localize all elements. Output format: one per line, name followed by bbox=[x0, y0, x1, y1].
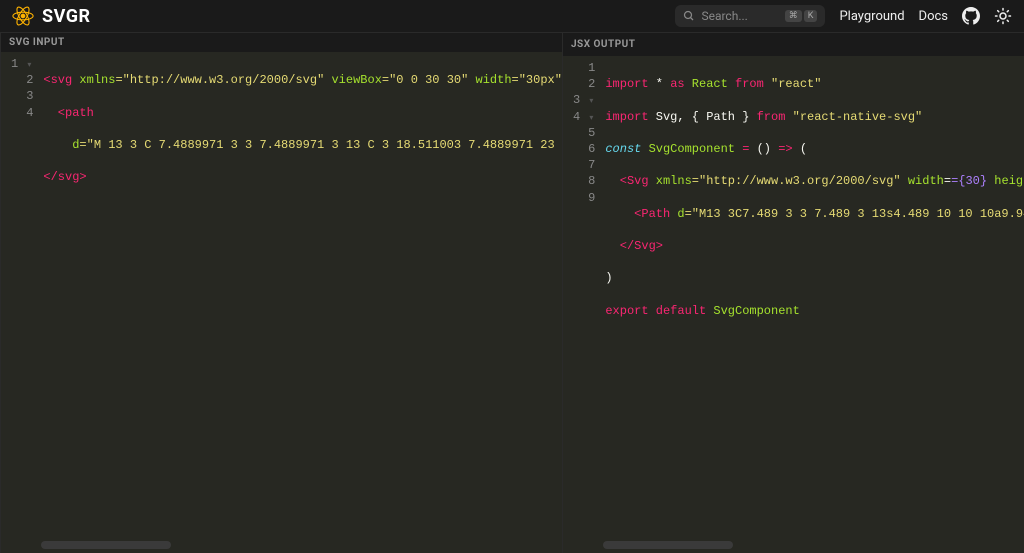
nav-playground[interactable]: Playground bbox=[839, 9, 904, 24]
search-shortcut: ⌘ K bbox=[785, 10, 818, 22]
main: Global Dimensions Icon React Native Type… bbox=[0, 33, 1024, 553]
svg-input-editor[interactable]: 1 ▾ 2 3 4 <svg xmlns="http://www.w3.org/… bbox=[1, 52, 562, 553]
jsx-output-panel: JSX OUTPUT Copy 123 ▾4 ▾56789 import * a… bbox=[562, 33, 1024, 553]
search-icon bbox=[683, 10, 695, 22]
panel-header: SVG INPUT bbox=[1, 33, 562, 52]
gutter: 123 ▾4 ▾56789 bbox=[563, 56, 601, 553]
panel-header: JSX OUTPUT Copy bbox=[563, 33, 1024, 56]
svg-input-panel: SVG INPUT 1 ▾ 2 3 4 <svg xmlns="http://w… bbox=[0, 33, 562, 553]
github-icon[interactable] bbox=[962, 7, 980, 25]
panel-title: SVG INPUT bbox=[9, 37, 65, 48]
theme-toggle-icon[interactable] bbox=[994, 7, 1012, 25]
nav-links: Playground Docs bbox=[839, 7, 1012, 25]
panel-title: JSX OUTPUT bbox=[571, 39, 636, 50]
code-content: import * as React from "react" import Sv… bbox=[601, 56, 1024, 553]
search-input[interactable]: Search... ⌘ K bbox=[675, 5, 825, 27]
jsx-output-editor[interactable]: 123 ▾4 ▾56789 import * as React from "re… bbox=[563, 56, 1024, 553]
brand-text: SVGR bbox=[42, 6, 91, 27]
search-placeholder: Search... bbox=[701, 9, 747, 23]
gutter: 1 ▾ 2 3 4 bbox=[1, 52, 39, 553]
h-scrollbar[interactable] bbox=[41, 541, 552, 549]
code-content: <svg xmlns="http://www.w3.org/2000/svg" … bbox=[39, 52, 562, 553]
app-header: SVGR Search... ⌘ K Playground Docs bbox=[0, 0, 1024, 33]
nav-docs[interactable]: Docs bbox=[919, 9, 948, 24]
brand[interactable]: SVGR bbox=[12, 5, 91, 27]
logo-icon bbox=[12, 5, 34, 27]
h-scrollbar[interactable] bbox=[603, 541, 1024, 549]
